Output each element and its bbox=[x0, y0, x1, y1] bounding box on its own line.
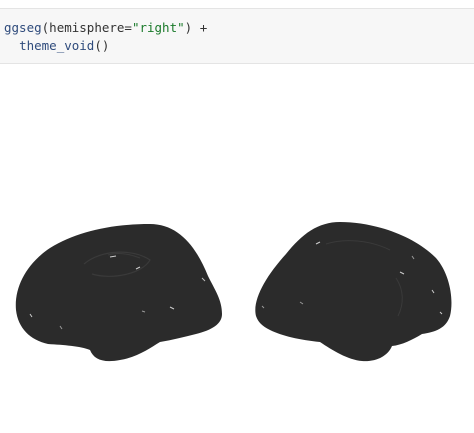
code-function-ggseg: ggseg bbox=[4, 20, 42, 35]
code-parens: () bbox=[94, 38, 110, 53]
code-function-theme-void: theme_void bbox=[19, 38, 95, 53]
brain-lateral-shape bbox=[15, 224, 223, 362]
code-line-2: theme_void() bbox=[4, 38, 109, 54]
code-string-argument: "right" bbox=[131, 20, 185, 35]
code-cell[interactable]: ggseg(hemisphere="right") + theme_void() bbox=[0, 8, 474, 64]
code-line-1: ggseg(hemisphere="right") + bbox=[4, 20, 207, 36]
brain-medial-shape bbox=[255, 222, 452, 362]
code-open-args: (hemisphere= bbox=[41, 20, 132, 35]
brain-lateral-view bbox=[15, 224, 223, 362]
brain-plot bbox=[15, 222, 452, 362]
plot-output bbox=[0, 64, 474, 433]
brain-medial-view bbox=[255, 222, 452, 362]
code-close-plus: ) + bbox=[184, 20, 208, 35]
